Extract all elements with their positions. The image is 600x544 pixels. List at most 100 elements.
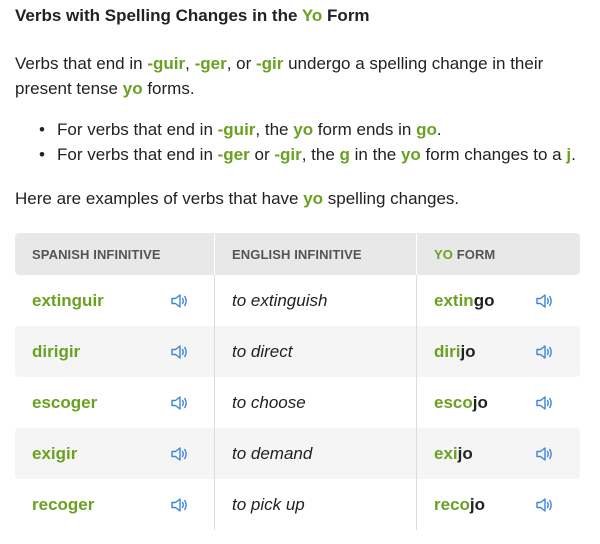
table-row: recoger to pick up recojo: [15, 479, 580, 530]
intro-paragraph: Verbs that end in -guir, -ger, or -gir u…: [15, 51, 575, 101]
heading-text-post: Form: [322, 6, 370, 25]
rule-yo: yo: [400, 145, 421, 164]
verb-table: SPANISH INFINITIVE ENGLISH INFINITIVE YO…: [15, 233, 580, 530]
table-row: escoger to choose escojo: [15, 377, 580, 428]
speaker-audio-icon[interactable]: [170, 343, 190, 361]
rules-list: • For verbs that end in -guir, the yo for…: [15, 117, 585, 167]
intro-text: forms.: [142, 79, 195, 98]
speaker-audio-icon[interactable]: [535, 394, 555, 412]
rule-text: For verbs that end in: [57, 145, 218, 164]
rule-text: form ends in: [313, 120, 417, 139]
spanish-cell: recoger: [15, 479, 215, 530]
yo-ending: go: [473, 290, 495, 310]
rule-text: For verbs that end in: [57, 120, 218, 139]
intro-yo: yo: [122, 79, 143, 98]
speaker-audio-icon[interactable]: [535, 496, 555, 514]
page: Verbs with Spelling Changes in the Yo Fo…: [0, 0, 600, 544]
header-english-infinitive: ENGLISH INFINITIVE: [215, 233, 417, 275]
rule-text: form changes to a: [420, 145, 567, 164]
spanish-cell: dirigir: [15, 326, 215, 377]
examples-yo: yo: [303, 189, 324, 208]
speaker-audio-icon[interactable]: [535, 292, 555, 310]
ending-guir: -guir: [147, 54, 186, 73]
ending-gir: -gir: [255, 54, 284, 73]
yo-form: escojo: [434, 393, 488, 413]
english-infinitive: to extinguish: [232, 290, 328, 310]
rule-ending: -gir: [274, 145, 302, 164]
speaker-audio-icon[interactable]: [170, 394, 190, 412]
table-body: extinguir to extinguish extingo dirigir …: [15, 275, 580, 530]
yo-form-cell: exijo: [417, 428, 580, 479]
rule-ending: go: [416, 120, 437, 139]
yo-form: exijo: [434, 444, 473, 464]
english-infinitive: to pick up: [232, 494, 305, 514]
yo-stem: reco: [434, 494, 470, 514]
english-infinitive: to direct: [232, 341, 293, 361]
yo-ending: jo: [460, 341, 476, 361]
heading-yo: Yo: [301, 6, 323, 25]
yo-form: recojo: [434, 495, 485, 515]
table-row: extinguir to extinguish extingo: [15, 275, 580, 326]
spanish-infinitive: recoger: [32, 494, 95, 514]
english-cell: to direct: [215, 326, 417, 377]
english-cell: to extinguish: [215, 275, 417, 326]
examples-text: Here are examples of verbs that have: [15, 189, 304, 208]
yo-ending: jo: [472, 392, 488, 412]
speaker-audio-icon[interactable]: [535, 445, 555, 463]
spanish-infinitive: exigir: [32, 443, 78, 463]
header-spanish-infinitive: SPANISH INFINITIVE: [15, 233, 215, 275]
rule-text: in the: [349, 145, 401, 164]
english-infinitive: to choose: [232, 392, 306, 412]
speaker-audio-icon[interactable]: [170, 496, 190, 514]
table-row: dirigir to direct dirijo: [15, 326, 580, 377]
intro-text: , or: [226, 54, 256, 73]
bullet-icon: •: [39, 145, 45, 164]
yo-stem: extin: [434, 290, 474, 310]
rule-letter: g: [339, 145, 350, 164]
yo-form-cell: extingo: [417, 275, 580, 326]
rule-text: or: [249, 145, 275, 164]
yo-form: dirijo: [434, 342, 476, 362]
bullet-icon: •: [39, 120, 45, 139]
header-yo: YO: [434, 246, 453, 262]
spanish-cell: exigir: [15, 428, 215, 479]
english-cell: to choose: [215, 377, 417, 428]
english-cell: to pick up: [215, 479, 417, 530]
spanish-infinitive: extinguir: [32, 290, 104, 310]
yo-ending: jo: [457, 443, 473, 463]
section-heading: Verbs with Spelling Changes in the Yo Fo…: [15, 5, 370, 27]
examples-text: spelling changes.: [323, 189, 460, 208]
yo-stem: esco: [434, 392, 473, 412]
yo-form-cell: dirijo: [417, 326, 580, 377]
speaker-audio-icon[interactable]: [170, 445, 190, 463]
spanish-cell: escoger: [15, 377, 215, 428]
heading-text-pre: Verbs with Spelling Changes in the: [15, 6, 302, 25]
english-cell: to demand: [215, 428, 417, 479]
rule-item: • For verbs that end in -guir, the yo for…: [15, 117, 585, 142]
yo-stem: exi: [434, 443, 458, 463]
rule-ending: -guir: [217, 120, 256, 139]
yo-form-cell: recojo: [417, 479, 580, 530]
english-infinitive: to demand: [232, 443, 313, 463]
rule-item: • For verbs that end in -ger or -gir, the…: [15, 142, 585, 167]
spanish-infinitive: escoger: [32, 392, 98, 412]
rule-text: , the: [255, 120, 294, 139]
speaker-audio-icon[interactable]: [170, 292, 190, 310]
intro-text: Verbs that end in: [15, 54, 148, 73]
rule-text: .: [571, 145, 576, 164]
spanish-infinitive: dirigir: [32, 341, 81, 361]
rule-text: , the: [301, 145, 340, 164]
header-yo-form: YO FORM: [417, 233, 580, 275]
yo-stem: diri: [434, 341, 461, 361]
table-row: exigir to demand exijo: [15, 428, 580, 479]
table-header: SPANISH INFINITIVE ENGLISH INFINITIVE YO…: [15, 233, 580, 275]
intro-text: ,: [185, 54, 195, 73]
yo-form-cell: escojo: [417, 377, 580, 428]
speaker-audio-icon[interactable]: [535, 343, 555, 361]
rule-yo: yo: [293, 120, 314, 139]
yo-ending: jo: [469, 494, 486, 514]
yo-form: extingo: [434, 291, 494, 311]
rule-text: .: [436, 120, 442, 139]
examples-intro: Here are examples of verbs that have yo …: [15, 186, 459, 211]
header-form: FORM: [452, 246, 496, 262]
